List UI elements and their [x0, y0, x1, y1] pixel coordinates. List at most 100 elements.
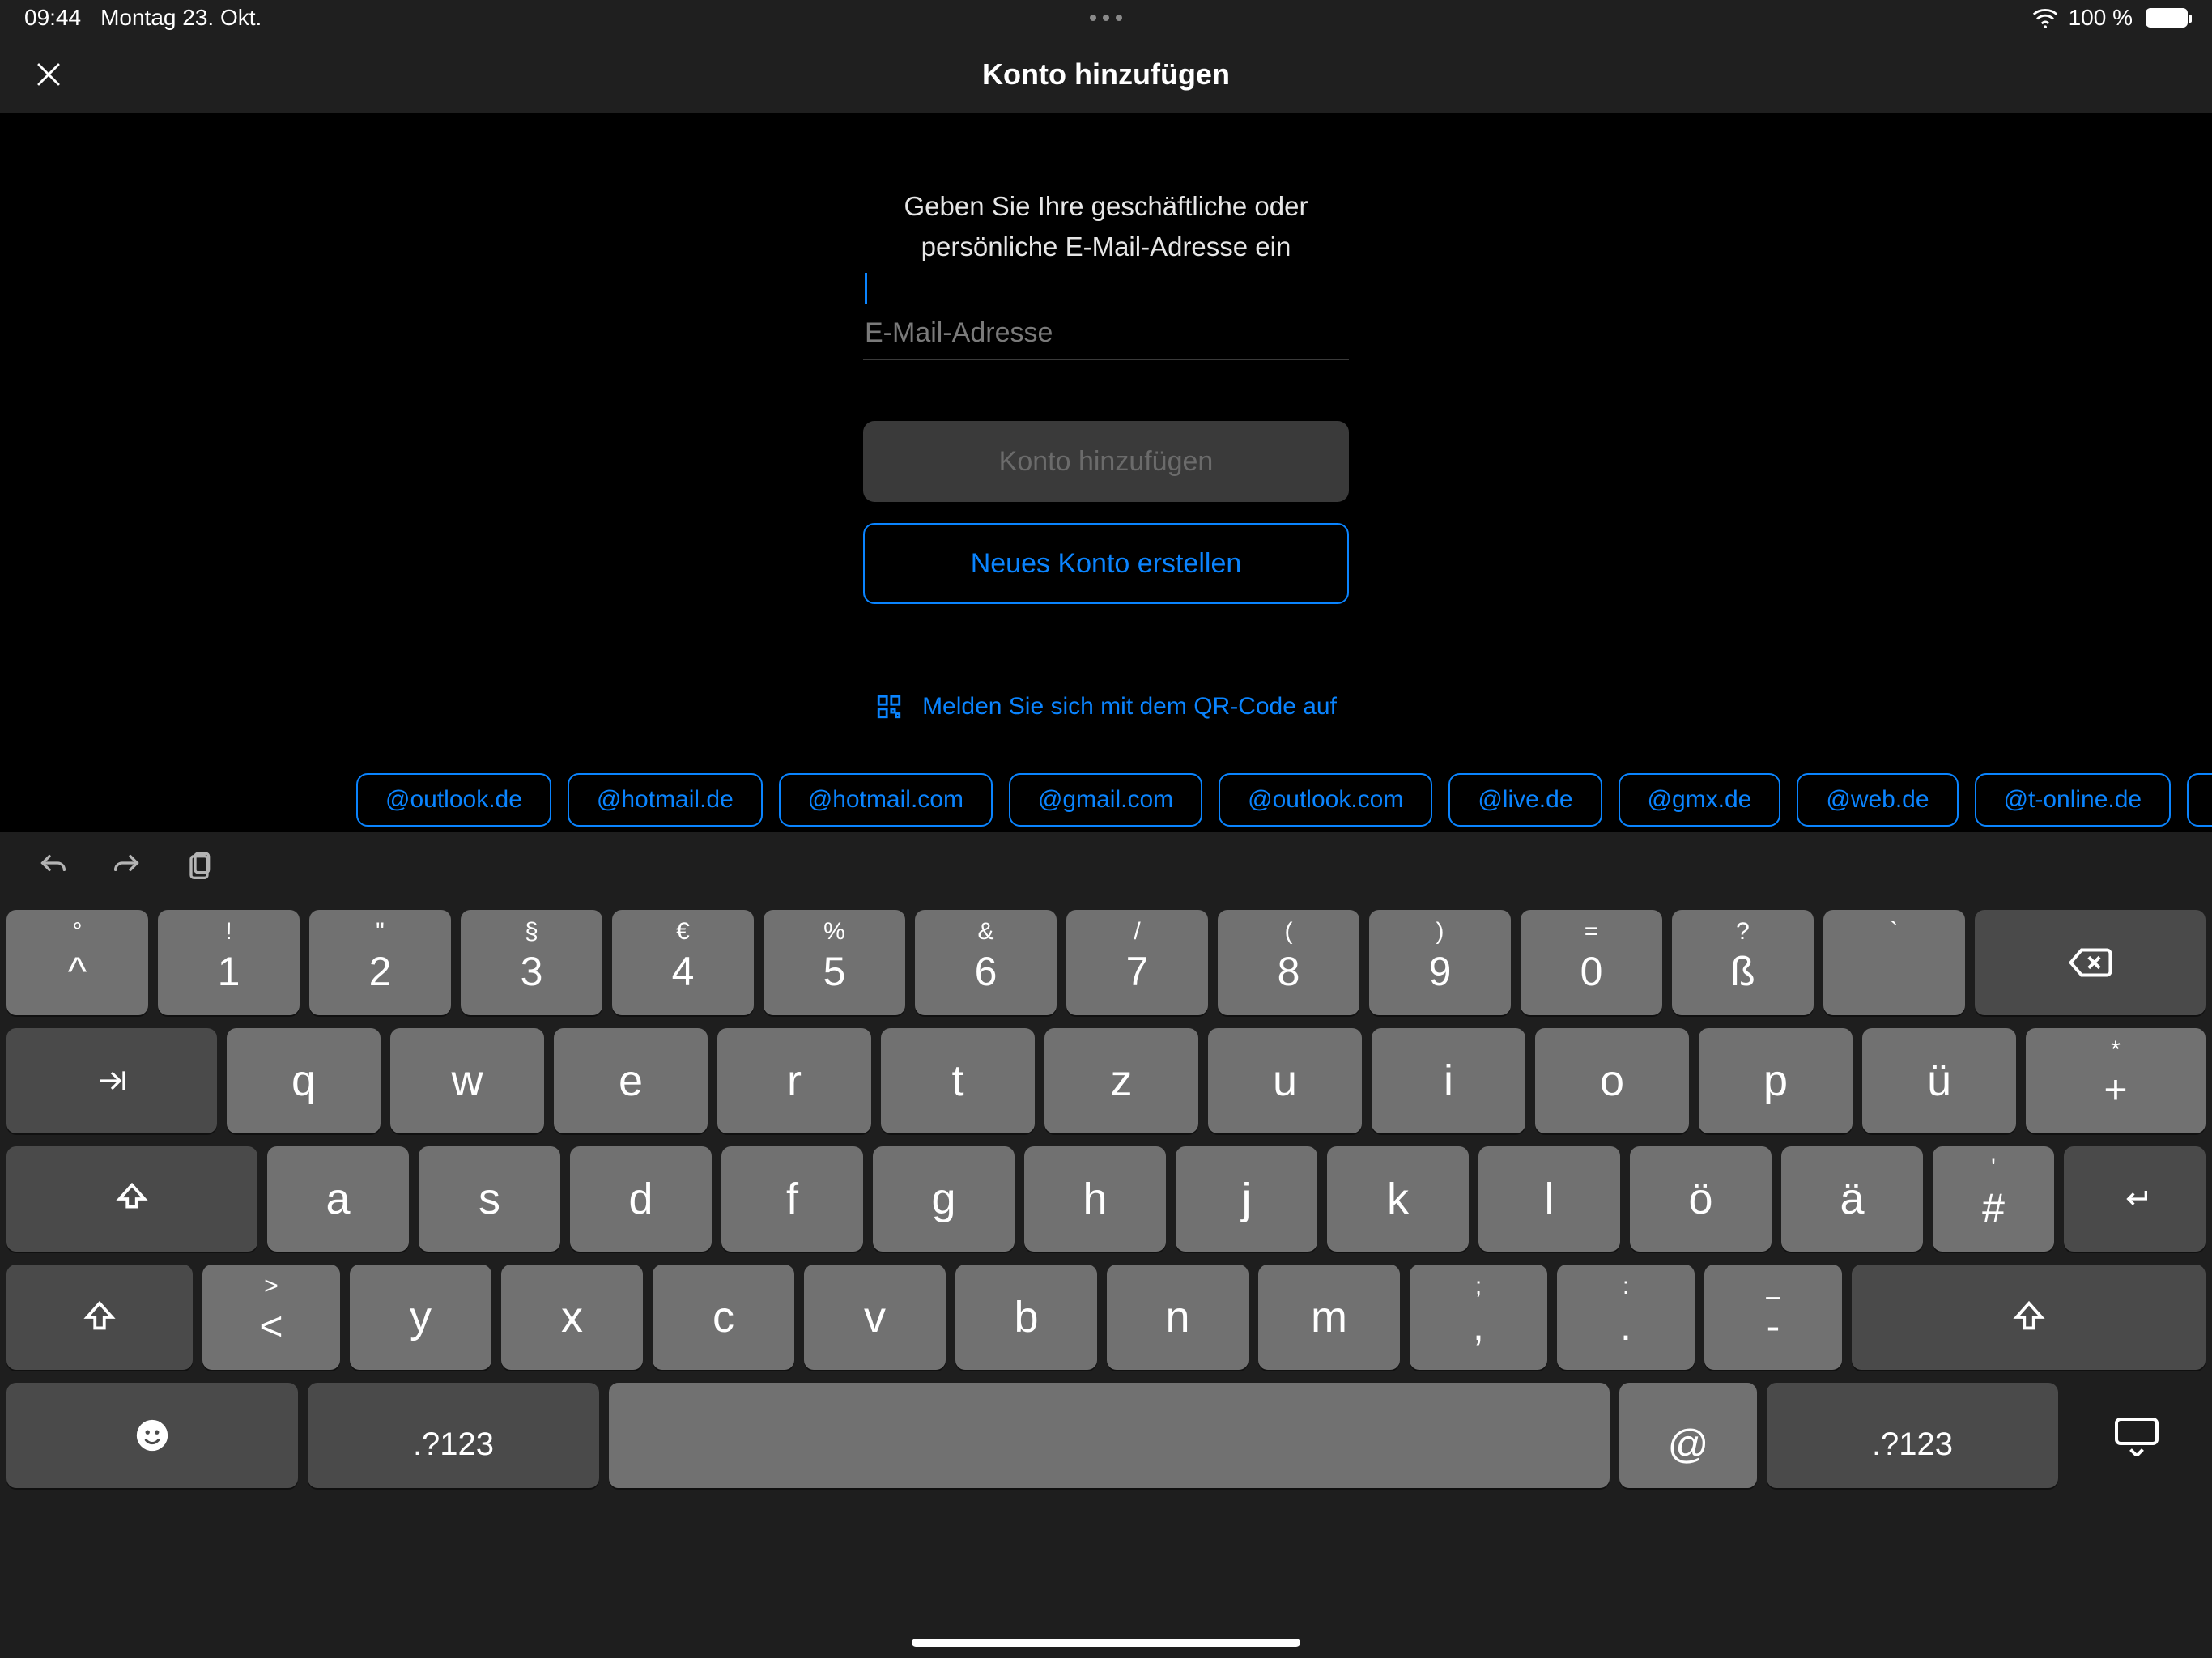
domain-chip[interactable]: @googlema	[2187, 773, 2212, 827]
tab-key[interactable]	[6, 1028, 217, 1133]
key[interactable]: b	[955, 1265, 1097, 1370]
key[interactable]: q	[227, 1028, 381, 1133]
key[interactable]: ;,	[1410, 1265, 1547, 1370]
key[interactable]: ><	[202, 1265, 340, 1370]
domain-chip[interactable]: @web.de	[1797, 773, 1958, 827]
key[interactable]: €4	[612, 910, 754, 1015]
backspace-key[interactable]	[1975, 910, 2206, 1015]
key[interactable]: c	[653, 1265, 794, 1370]
return-key[interactable]	[2064, 1146, 2206, 1252]
key[interactable]: ö	[1630, 1146, 1772, 1252]
key[interactable]: "2	[309, 910, 451, 1015]
home-indicator[interactable]	[912, 1639, 1300, 1647]
qr-signin-link[interactable]: Melden Sie sich mit dem QR-Code auf	[875, 693, 1337, 721]
domain-chip[interactable]: @gmail.com	[1009, 773, 1202, 827]
redo-icon[interactable]	[110, 851, 143, 883]
emoji-key[interactable]	[6, 1383, 298, 1488]
backspace-icon	[2069, 946, 2112, 979]
key[interactable]: y	[350, 1265, 491, 1370]
key[interactable]: n	[1107, 1265, 1249, 1370]
clipboard-icon[interactable]	[183, 851, 215, 883]
nav-bar: Konto hinzufügen	[0, 36, 2212, 113]
domain-chip[interactable]: @outlook.com	[1219, 773, 1432, 827]
key[interactable]: o	[1535, 1028, 1689, 1133]
key[interactable]: d	[570, 1146, 712, 1252]
key[interactable]: e	[554, 1028, 708, 1133]
domain-chip[interactable]: @outlook.de	[356, 773, 551, 827]
domain-chip[interactable]: @hotmail.de	[568, 773, 763, 827]
key[interactable]: ?ß	[1672, 910, 1814, 1015]
key[interactable]: `	[1823, 910, 1965, 1015]
key[interactable]: v	[804, 1265, 946, 1370]
key[interactable]: s	[419, 1146, 560, 1252]
qr-text: Melden Sie sich mit dem QR-Code auf	[922, 693, 1337, 721]
key[interactable]: :.	[1557, 1265, 1695, 1370]
key[interactable]: (8	[1218, 910, 1359, 1015]
status-date: Montag 23. Okt.	[100, 5, 262, 31]
key[interactable]: z	[1044, 1028, 1198, 1133]
key[interactable]: °^	[6, 910, 148, 1015]
status-bar: 09:44 Montag 23. Okt. 100 %	[0, 0, 2212, 36]
undo-icon[interactable]	[37, 851, 70, 883]
key[interactable]: _-	[1704, 1265, 1842, 1370]
space-key[interactable]	[609, 1383, 1610, 1488]
key[interactable]: g	[873, 1146, 1015, 1252]
domain-chip[interactable]: @t-online.de	[1975, 773, 2172, 827]
qr-icon	[875, 693, 903, 721]
return-icon	[2113, 1183, 2157, 1215]
add-account-button[interactable]: Konto hinzufügen	[863, 421, 1349, 502]
key[interactable]: !1	[158, 910, 300, 1015]
key[interactable]: k	[1327, 1146, 1469, 1252]
domain-chip[interactable]: @live.de	[1448, 773, 1602, 827]
key[interactable]: &6	[915, 910, 1057, 1015]
key[interactable]: =0	[1521, 910, 1662, 1015]
close-icon	[34, 60, 63, 89]
multitask-dots[interactable]	[1090, 15, 1122, 21]
key[interactable]: j	[1176, 1146, 1317, 1252]
capslock-icon	[113, 1180, 151, 1218]
shift-icon	[81, 1299, 118, 1336]
key[interactable]: h	[1024, 1146, 1166, 1252]
domain-suggestions: @outlook.de @hotmail.de @hotmail.com @gmail…	[0, 767, 2212, 832]
key[interactable]: t	[881, 1028, 1035, 1133]
key[interactable]: /7	[1066, 910, 1208, 1015]
key[interactable]: x	[501, 1265, 643, 1370]
prompt-line1: Geben Sie Ihre geschäftliche oder	[904, 191, 1308, 221]
status-time: 09:44	[24, 5, 81, 31]
battery-pct: 100 %	[2069, 5, 2133, 31]
key[interactable]: )9	[1369, 910, 1511, 1015]
key[interactable]: w	[390, 1028, 544, 1133]
email-input[interactable]	[863, 311, 1349, 360]
create-account-button[interactable]: Neues Konto erstellen	[863, 523, 1349, 604]
keyboard: °^!1"2§3€4%5&6/7(8)9=0?ß` qwertzuiopü*+ …	[0, 832, 2212, 1658]
dismiss-keyboard-icon	[2112, 1415, 2161, 1456]
domain-chip[interactable]: @hotmail.com	[779, 773, 993, 827]
capslock-key[interactable]	[6, 1146, 257, 1252]
key[interactable]: %5	[764, 910, 905, 1015]
key[interactable]: m	[1258, 1265, 1400, 1370]
battery-icon	[2146, 8, 2188, 28]
key[interactable]: *+	[2026, 1028, 2206, 1133]
key[interactable]: u	[1208, 1028, 1362, 1133]
mode-key-right[interactable]: .?123	[1767, 1383, 2058, 1488]
key[interactable]: a	[267, 1146, 409, 1252]
key[interactable]: §3	[461, 910, 602, 1015]
shift-right-key[interactable]	[1852, 1265, 2206, 1370]
domain-chip[interactable]: @gmx.de	[1619, 773, 1781, 827]
dismiss-keyboard-key[interactable]	[2068, 1383, 2206, 1488]
page-title: Konto hinzufügen	[982, 57, 1230, 91]
key[interactable]: l	[1478, 1146, 1620, 1252]
at-key[interactable]: @	[1619, 1383, 1757, 1488]
key[interactable]: p	[1699, 1028, 1853, 1133]
close-button[interactable]	[32, 58, 65, 91]
mode-key-left[interactable]: .?123	[308, 1383, 599, 1488]
key[interactable]: ä	[1781, 1146, 1923, 1252]
keyboard-toolbar	[0, 832, 2212, 902]
key[interactable]: ü	[1862, 1028, 2016, 1133]
key[interactable]: f	[721, 1146, 863, 1252]
key[interactable]: r	[717, 1028, 871, 1133]
shift-icon	[2010, 1299, 2048, 1336]
key[interactable]: '#	[1933, 1146, 2054, 1252]
key[interactable]: i	[1372, 1028, 1525, 1133]
shift-left-key[interactable]	[6, 1265, 193, 1370]
